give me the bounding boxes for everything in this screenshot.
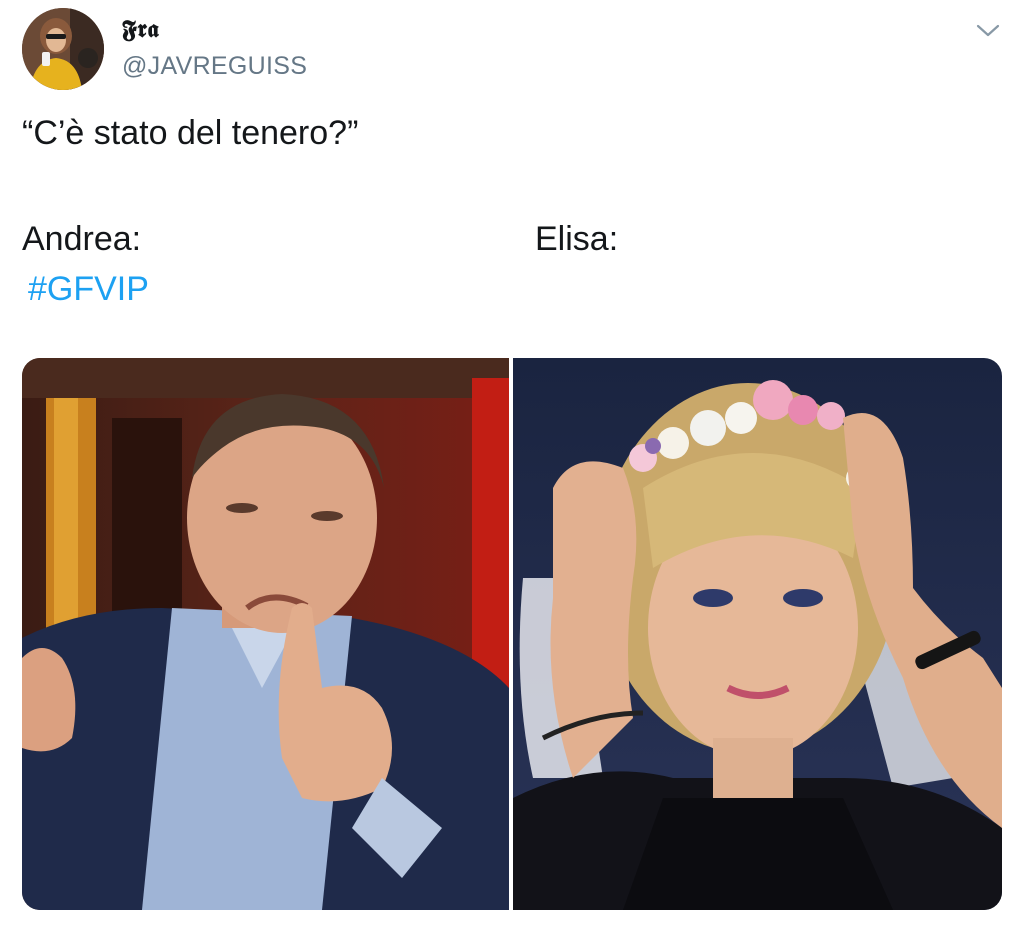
tweet-text-label-right: Elisa: (535, 220, 619, 258)
chevron-down-icon[interactable] (974, 20, 1002, 40)
man-gesturing-image (22, 358, 509, 910)
hashtag-link[interactable]: #GFVIP (28, 270, 149, 309)
tweet-card: 𝕱𝖗𝖆 @JAVREGUISS “C’è stato del tenero?” … (0, 0, 1024, 930)
tweet-text-quote: “C’è stato del tenero?” (22, 114, 359, 152)
photo-right[interactable] (513, 358, 1002, 910)
media-grid (22, 358, 1002, 910)
woman-flower-crown-image (513, 358, 1002, 910)
user-handle[interactable]: @JAVREGUISS (122, 52, 307, 81)
photo-left[interactable] (22, 358, 509, 910)
tweet-text-label-left: Andrea: (22, 220, 142, 258)
avatar[interactable] (22, 8, 104, 90)
avatar-image (22, 8, 104, 90)
display-name[interactable]: 𝕱𝖗𝖆 (122, 14, 159, 43)
